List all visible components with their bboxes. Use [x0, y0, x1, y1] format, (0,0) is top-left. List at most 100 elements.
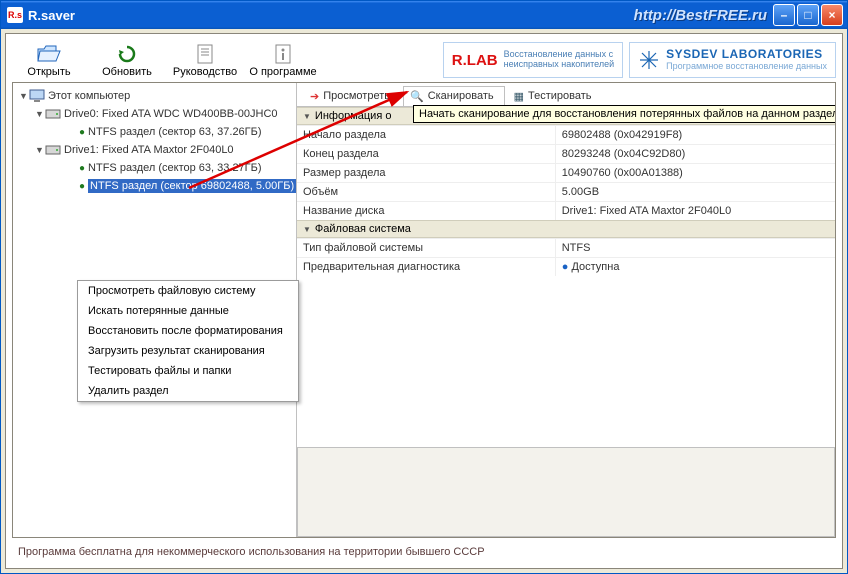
- caret-down-icon[interactable]: ▼: [35, 145, 45, 155]
- test-icon: ▦: [514, 90, 524, 103]
- tab-view[interactable]: ➔ Просмотреть: [303, 86, 401, 106]
- prop-label: Начало раздела: [297, 126, 555, 145]
- prop-label: Конец раздела: [297, 145, 555, 164]
- maximize-button[interactable]: □: [797, 4, 819, 26]
- table-row: Предварительная диагностика● Доступна: [297, 258, 835, 277]
- caret-down-icon: ▼: [303, 112, 311, 121]
- prop-label: Размер раздела: [297, 164, 555, 183]
- ctx-item-load-scan-result[interactable]: Загрузить результат сканирования: [78, 341, 298, 361]
- tab-test[interactable]: ▦ Тестировать: [507, 86, 603, 106]
- logo-row: R.LAB Восстановление данных с неисправны…: [443, 42, 836, 78]
- ctx-item-test-files[interactable]: Тестировать файлы и папки: [78, 361, 298, 381]
- context-menu: Просмотреть файловую систему Искать поте…: [77, 280, 299, 402]
- info-table: Начало раздела69802488 (0x042919F8) Коне…: [297, 125, 835, 220]
- refresh-icon: [113, 42, 141, 66]
- table-row: Название дискаDrive1: Fixed ATA Maxtor 2…: [297, 202, 835, 221]
- document-icon: [191, 42, 219, 66]
- about-label: О программе: [249, 66, 316, 78]
- tree-root-label: Этот компьютер: [48, 90, 130, 102]
- hdd-icon: [45, 143, 61, 157]
- ctx-item-delete-partition[interactable]: Удалить раздел: [78, 381, 298, 401]
- tree-root[interactable]: ▼ Этот компьютер: [15, 87, 296, 105]
- prop-value: 10490760 (0x00A01388): [555, 164, 835, 183]
- about-button[interactable]: О программе: [252, 42, 314, 78]
- tree-drive1[interactable]: ▼ Drive1: Fixed ATA Maxtor 2F040L0: [15, 141, 296, 159]
- open-label: Открыть: [27, 66, 70, 78]
- refresh-button[interactable]: Обновить: [96, 42, 158, 78]
- bottom-panel: [297, 447, 835, 537]
- status-dot-icon: ●: [562, 261, 569, 273]
- prop-value: ● Доступна: [555, 258, 835, 277]
- partition-bullet-icon: ●: [79, 163, 85, 174]
- window-title: R.saver: [28, 8, 75, 23]
- section-fs-header[interactable]: ▼ Файловая система: [297, 220, 835, 238]
- status-bar: Программа бесплатна для некоммерческого …: [12, 542, 836, 562]
- partition-bullet-icon: ●: [79, 127, 85, 138]
- section-fs-label: Файловая система: [315, 223, 411, 235]
- app-window: R.s R.saver http://BestFREE.ru – □ × Отк…: [0, 0, 848, 574]
- rlab-name: R.LAB: [452, 52, 498, 69]
- prop-value: Drive1: Fixed ATA Maxtor 2F040L0: [555, 202, 835, 221]
- top-row: Открыть Обновить Руководство: [12, 40, 836, 78]
- close-button[interactable]: ×: [821, 4, 843, 26]
- ctx-item-recover-after-format[interactable]: Восстановить после форматирования: [78, 321, 298, 341]
- tree-d1p0-label: NTFS раздел (сектор 63, 33.27ГБ): [88, 162, 261, 174]
- hdd-icon: [45, 107, 61, 121]
- sysdev-logo[interactable]: SYSDEV LABORATORIES Программное восстано…: [629, 42, 836, 78]
- ctx-item-search-lost[interactable]: Искать потерянные данные: [78, 301, 298, 321]
- device-tree[interactable]: ▼ Этот компьютер ▼ Drive0: Fixed ATA WDC…: [13, 83, 297, 537]
- tree-d0p0[interactable]: ● NTFS раздел (сектор 63, 37.26ГБ): [15, 123, 296, 141]
- section-info-label: Информация о: [315, 110, 392, 122]
- app-icon: R.s: [7, 7, 23, 23]
- tree-drive1-label: Drive1: Fixed ATA Maxtor 2F040L0: [64, 144, 234, 156]
- minimize-button[interactable]: –: [773, 4, 795, 26]
- table-row: Начало раздела69802488 (0x042919F8): [297, 126, 835, 145]
- main-toolbar: Открыть Обновить Руководство: [12, 40, 320, 78]
- tab-scan[interactable]: 🔍 Сканировать: [403, 86, 505, 106]
- refresh-label: Обновить: [102, 66, 152, 78]
- rlab-sub2: неисправных накопителей: [504, 60, 615, 70]
- tab-test-label: Тестировать: [528, 90, 592, 102]
- tab-scan-label: Сканировать: [428, 90, 494, 102]
- scan-tooltip: Начать сканирование для восстановления п…: [413, 105, 836, 123]
- tree-drive0[interactable]: ▼ Drive0: Fixed ATA WDC WD400BB-00JHC0: [15, 105, 296, 123]
- prop-value: NTFS: [555, 239, 835, 258]
- sysdev-sub: Программное восстановление данных: [666, 62, 827, 72]
- open-button[interactable]: Открыть: [18, 42, 80, 78]
- table-row: Объём5.00GB: [297, 183, 835, 202]
- tree-drive0-label: Drive0: Fixed ATA WDC WD400BB-00JHC0: [64, 108, 278, 120]
- computer-icon: [29, 89, 45, 103]
- fs-table: Тип файловой системыNTFS Предварительная…: [297, 238, 835, 276]
- arrow-right-icon: ➔: [310, 90, 319, 103]
- client-area: Открыть Обновить Руководство: [5, 33, 843, 569]
- prop-value: 80293248 (0x04C92D80): [555, 145, 835, 164]
- prop-value: 5.00GB: [555, 183, 835, 202]
- prop-label: Предварительная диагностика: [297, 258, 555, 277]
- folder-open-icon: [35, 42, 63, 66]
- sysdev-name: SYSDEV LABORATORIES: [666, 48, 827, 61]
- tree-d1p0[interactable]: ● NTFS раздел (сектор 63, 33.27ГБ): [15, 159, 296, 177]
- prop-label: Тип файловой системы: [297, 239, 555, 258]
- manual-button[interactable]: Руководство: [174, 42, 236, 78]
- tab-view-label: Просмотреть: [323, 90, 390, 102]
- tree-d0p0-label: NTFS раздел (сектор 63, 37.26ГБ): [88, 126, 261, 138]
- ctx-item-view-fs[interactable]: Просмотреть файловую систему: [78, 281, 298, 301]
- details-pane: ➔ Просмотреть 🔍 Сканировать ▦ Тестироват…: [297, 83, 835, 537]
- tree-d1p1[interactable]: ● NTFS раздел (сектор 69802488, 5.00ГБ): [15, 177, 296, 195]
- table-row: Тип файловой системыNTFS: [297, 239, 835, 258]
- caret-down-icon[interactable]: ▼: [19, 91, 29, 101]
- snowflake-icon: [638, 49, 660, 71]
- caret-down-icon: ▼: [303, 225, 311, 234]
- table-row: Конец раздела80293248 (0x04C92D80): [297, 145, 835, 164]
- titlebar: R.s R.saver http://BestFREE.ru – □ ×: [1, 1, 847, 29]
- prop-label: Название диска: [297, 202, 555, 221]
- document-info-icon: [269, 42, 297, 66]
- manual-label: Руководство: [173, 66, 237, 78]
- table-row: Размер раздела10490760 (0x00A01388): [297, 164, 835, 183]
- rlab-logo[interactable]: R.LAB Восстановление данных с неисправны…: [443, 42, 623, 78]
- action-tabbar: ➔ Просмотреть 🔍 Сканировать ▦ Тестироват…: [297, 83, 835, 107]
- tree-d1p1-label: NTFS раздел (сектор 69802488, 5.00ГБ): [88, 179, 296, 193]
- partition-bullet-icon: ●: [79, 181, 85, 192]
- caret-down-icon[interactable]: ▼: [35, 109, 45, 119]
- diag-value: Доступна: [571, 261, 619, 273]
